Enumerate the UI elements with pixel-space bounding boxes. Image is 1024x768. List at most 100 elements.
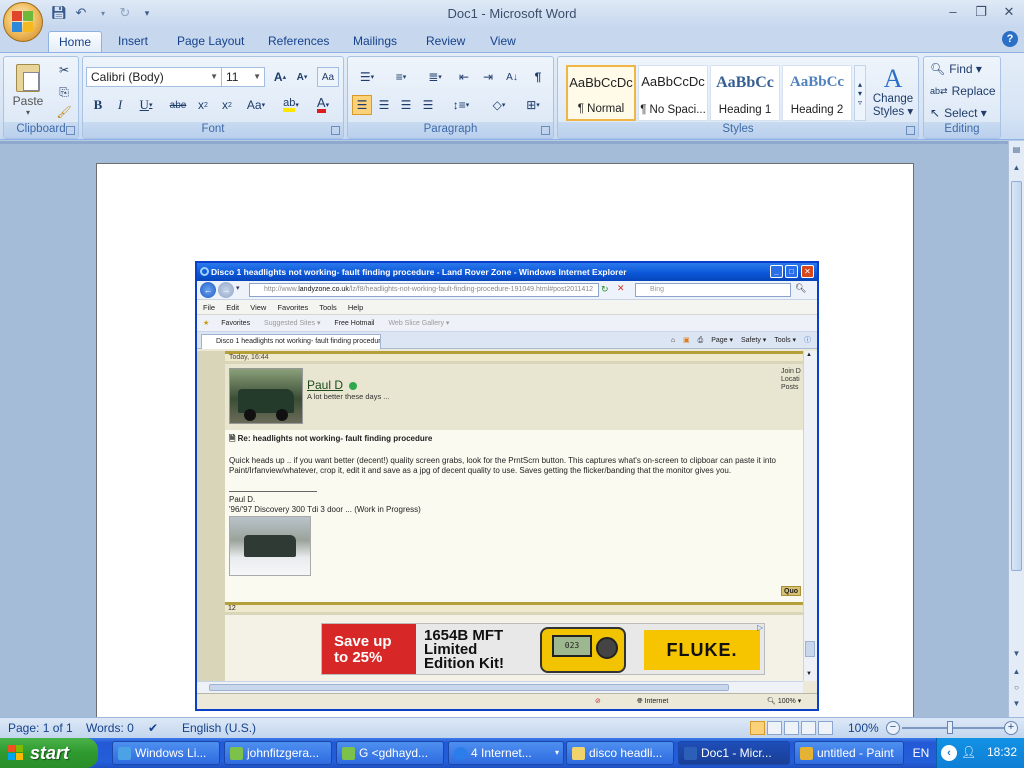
- tray-network-icon[interactable]: 👤︎: [961, 745, 976, 759]
- align-right-button[interactable]: ☰: [396, 95, 416, 115]
- style-heading-1[interactable]: AaBbCc Heading 1: [710, 65, 780, 121]
- full-screen-reading-button[interactable]: [767, 721, 782, 735]
- styles-dialog-launcher[interactable]: [906, 126, 915, 135]
- change-case-button[interactable]: Aa ▾: [241, 95, 271, 115]
- paragraph-dialog-launcher[interactable]: [541, 126, 550, 135]
- borders-button[interactable]: ⊞ ▾: [518, 95, 548, 115]
- clipboard-dialog-launcher[interactable]: [66, 126, 75, 135]
- zoom-in-icon[interactable]: +: [1004, 721, 1018, 735]
- font-name-combo[interactable]: Calibri (Body) ▼: [86, 67, 222, 87]
- format-painter-icon[interactable]: 🖌︎: [54, 103, 74, 121]
- increase-indent-button[interactable]: ⇥: [478, 67, 498, 87]
- web-layout-button[interactable]: [784, 721, 799, 735]
- ie-free-hotmail: Free Hotmail: [334, 320, 375, 327]
- bold-button[interactable]: B: [89, 95, 107, 115]
- subscript-button[interactable]: x2: [193, 95, 213, 115]
- font-size-combo[interactable]: 11 ▼: [221, 67, 265, 87]
- strikethrough-button[interactable]: abe: [167, 95, 189, 115]
- taskbar-item-paint[interactable]: untitled - Paint: [794, 741, 904, 765]
- shrink-font-button[interactable]: A ▾: [293, 67, 311, 87]
- zoom-out-icon[interactable]: −: [886, 721, 900, 735]
- vertical-scroll-thumb[interactable]: [1011, 181, 1022, 571]
- word-count[interactable]: Words: 0: [86, 721, 134, 735]
- bullets-button[interactable]: ☰ ▾: [352, 67, 382, 87]
- restore-icon[interactable]: ❐: [972, 4, 990, 20]
- proofing-icon[interactable]: ✔︎: [148, 721, 158, 735]
- select-label: Select ▾: [944, 106, 987, 120]
- taskbar-item-disco-headlights[interactable]: disco headli...: [566, 741, 674, 765]
- tab-mailings[interactable]: Mailings: [343, 31, 407, 52]
- help-icon[interactable]: ?: [1002, 31, 1018, 47]
- taskbar-item-windows-live[interactable]: Windows Li...: [112, 741, 220, 765]
- tab-view[interactable]: View: [480, 31, 526, 52]
- zoom-slider[interactable]: [902, 727, 1006, 729]
- vertical-scrollbar[interactable]: ▤ ▲ ▼ ▲ ○ ▼: [1008, 141, 1024, 717]
- copy-icon[interactable]: ⎘: [54, 83, 74, 101]
- align-left-button[interactable]: ☰: [352, 95, 372, 115]
- superscript-button[interactable]: x2: [217, 95, 237, 115]
- taskbar-item-internet-explorer-group[interactable]: 4 Internet... ▾: [448, 741, 564, 765]
- language-status[interactable]: English (U.S.): [182, 721, 256, 735]
- italic-button[interactable]: I: [111, 95, 129, 115]
- tray-expand-icon[interactable]: ‹: [941, 745, 957, 761]
- tab-references[interactable]: References: [258, 31, 339, 52]
- ribbon: Paste ▾ ✂ ⎘ 🖌︎ Clipboard Calibri (Body) ▼…: [0, 52, 1024, 140]
- numbering-button[interactable]: ≡ ▾: [386, 67, 416, 87]
- styles-scroll-down-icon[interactable]: ▾: [858, 89, 862, 98]
- outline-view-button[interactable]: [801, 721, 816, 735]
- browse-object-icon[interactable]: ○: [1009, 683, 1024, 697]
- find-button[interactable]: 🔍︎ Find ▾: [930, 59, 998, 79]
- underline-button[interactable]: U ▾: [133, 95, 159, 115]
- ruler-toggle-icon[interactable]: ▤: [1009, 145, 1024, 159]
- grow-font-button[interactable]: A ▴: [271, 67, 289, 87]
- clock[interactable]: 18:32: [987, 745, 1017, 759]
- zoom-slider-thumb[interactable]: [947, 721, 953, 734]
- tab-home[interactable]: Home: [48, 31, 103, 52]
- taskbar-item-johnfitzgera[interactable]: johnfitzgera...: [224, 741, 332, 765]
- decrease-indent-button[interactable]: ⇤: [454, 67, 474, 87]
- shading-button[interactable]: ◇ ▾: [484, 95, 514, 115]
- sort-button[interactable]: A↓: [502, 67, 522, 87]
- styles-more-icon[interactable]: ▿: [858, 98, 862, 107]
- draft-view-button[interactable]: [818, 721, 833, 735]
- minimize-icon[interactable]: –: [944, 4, 962, 20]
- font-dialog-launcher[interactable]: [331, 126, 340, 135]
- taskbar-item-gdhayd[interactable]: G <gdhayd...: [336, 741, 444, 765]
- language-indicator[interactable]: EN: [906, 738, 936, 768]
- taskbar-item-word[interactable]: Doc1 - Micr...: [678, 741, 790, 765]
- font-color-button[interactable]: A ▾: [309, 95, 337, 115]
- zoom-level[interactable]: 100%: [848, 721, 879, 735]
- paste-button[interactable]: Paste ▾: [10, 61, 46, 119]
- style-heading-2[interactable]: AaBbCc Heading 2: [782, 65, 852, 121]
- page-count[interactable]: Page: 1 of 1: [8, 721, 73, 735]
- ie-minimize-icon: _: [770, 265, 783, 278]
- align-center-button[interactable]: ☰: [374, 95, 394, 115]
- justify-button[interactable]: ☰: [418, 95, 438, 115]
- print-layout-view-button[interactable]: [750, 721, 765, 735]
- styles-scroll-up-icon[interactable]: ▴: [858, 80, 862, 89]
- tab-review[interactable]: Review: [416, 31, 475, 52]
- tab-insert[interactable]: Insert: [108, 31, 158, 52]
- styles-scroll[interactable]: ▴ ▾ ▿: [854, 65, 866, 121]
- show-marks-button[interactable]: ¶: [528, 67, 548, 87]
- tab-page-layout[interactable]: Page Layout: [167, 31, 254, 52]
- start-button[interactable]: start: [0, 738, 98, 768]
- change-styles-button[interactable]: A Change Styles ▾: [870, 61, 916, 123]
- cut-icon[interactable]: ✂: [54, 61, 74, 79]
- multilevel-list-button[interactable]: ≣ ▾: [420, 67, 450, 87]
- pasted-ie-screenshot[interactable]: Disco 1 headlights not working- fault fi…: [195, 261, 819, 711]
- style-no-spacing[interactable]: AaBbCcDc ¶ No Spaci...: [638, 65, 708, 121]
- scroll-down-icon[interactable]: ▼: [1009, 649, 1024, 663]
- scroll-up-icon[interactable]: ▲: [1009, 163, 1024, 177]
- next-page-icon[interactable]: ▼: [1009, 699, 1024, 713]
- office-button[interactable]: [3, 2, 43, 42]
- style-normal[interactable]: AaBbCcDc ¶ Normal: [566, 65, 636, 121]
- style-normal-preview: AaBbCcDc: [569, 75, 633, 90]
- highlight-button[interactable]: ab ▾: [277, 95, 305, 115]
- clear-formatting-button[interactable]: Aa: [317, 67, 339, 87]
- line-spacing-button[interactable]: ↕≡ ▾: [446, 95, 476, 115]
- replace-button[interactable]: ab⇄ Replace: [930, 81, 998, 101]
- select-button[interactable]: ↖ Select ▾: [930, 103, 998, 123]
- previous-page-icon[interactable]: ▲: [1009, 667, 1024, 681]
- close-icon[interactable]: ✕: [1000, 4, 1018, 20]
